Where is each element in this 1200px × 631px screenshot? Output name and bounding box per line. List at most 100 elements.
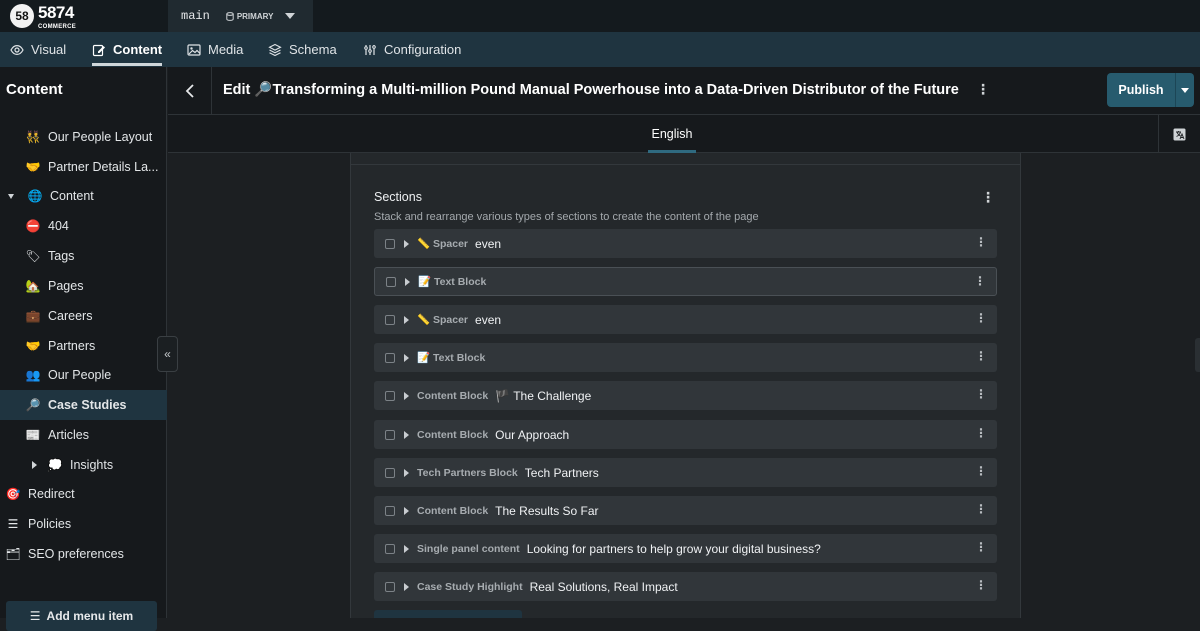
row-checkbox[interactable] [385, 238, 395, 249]
tab-configuration[interactable]: Configuration [363, 32, 461, 67]
expand-arrow-icon[interactable] [404, 582, 409, 591]
section-type: Content Block [417, 428, 489, 441]
expand-arrow-icon[interactable] [404, 506, 409, 515]
more-options-icon[interactable]: ⋮ [976, 81, 990, 98]
section-row[interactable]: 📏 Spacer even ⋮ [374, 229, 997, 258]
publish-options-button[interactable] [1175, 73, 1194, 107]
top-bar: 58 5874 COMMERCE main PRIMARY [0, 0, 1200, 32]
collapse-sidebar-button[interactable]: « [157, 336, 178, 372]
house-icon: 🏡 [25, 279, 41, 293]
sidebar-item-label: Partners [48, 339, 96, 353]
section-label: 🏴 The Challenge [495, 388, 592, 403]
database-icon [226, 11, 234, 21]
logo-mark: 58 [10, 4, 34, 28]
section-type: 📏 Spacer [417, 314, 469, 326]
sidebar-item-our-people-layout[interactable]: 👯 Our People Layout [0, 122, 167, 152]
section-row[interactable]: Content Block Our Approach ⋮ [374, 420, 997, 449]
expand-arrow-icon[interactable] [404, 430, 409, 439]
row-checkbox[interactable] [385, 467, 395, 478]
tab-visual[interactable]: Visual [10, 32, 66, 67]
sidebar-item-404[interactable]: ⛔ 404 [0, 211, 167, 241]
sidebar-item-label: Articles [48, 428, 89, 442]
section-row[interactable]: Content Block The Results So Far ⋮ [374, 496, 997, 525]
row-checkbox[interactable] [385, 352, 395, 363]
section-label: Tech Partners [524, 465, 599, 480]
branch-tag: PRIMARY [226, 11, 273, 21]
sidebar-item-redirect[interactable]: 🎯 Redirect [0, 479, 167, 509]
sidebar-item-insights[interactable]: 💭 Insights [0, 450, 167, 480]
section-row[interactable]: 📏 Spacer even ⋮ [374, 305, 997, 334]
sidebar-item-our-people[interactable]: 👥 Our People [0, 360, 167, 390]
row-checkbox[interactable] [386, 276, 396, 287]
sidebar-item-label: Insights [70, 458, 114, 472]
sidebar-item-partners[interactable]: 🤝 Partners [0, 331, 167, 361]
row-checkbox[interactable] [385, 505, 395, 516]
locale-tab-english[interactable]: English [648, 115, 696, 153]
row-options-icon[interactable]: ⋮ [975, 426, 987, 440]
caret-right-icon[interactable] [32, 461, 37, 469]
section-row[interactable]: Single panel content Looking for partner… [374, 534, 997, 563]
thought-bubble-icon: 💭 [47, 458, 63, 472]
caret-down-icon[interactable] [8, 193, 14, 199]
expand-arrow-icon[interactable] [404, 391, 409, 400]
translate-button[interactable] [1158, 115, 1200, 153]
publish-button[interactable]: Publish [1107, 73, 1175, 107]
branch-name: main [181, 9, 210, 23]
row-checkbox[interactable] [385, 314, 395, 325]
tag-icon: 🏷 [25, 249, 41, 263]
expand-arrow-icon[interactable] [404, 353, 409, 362]
row-options-icon[interactable]: ⋮ [975, 502, 987, 516]
row-checkbox[interactable] [385, 543, 395, 554]
row-options-icon[interactable]: ⋮ [975, 578, 987, 592]
expand-arrow-icon[interactable] [404, 468, 409, 477]
target-icon: 🎯 [5, 487, 21, 501]
sidebar-item-pages[interactable]: 🏡 Pages [0, 271, 167, 301]
more-options-icon[interactable]: ⋮ [981, 189, 995, 206]
back-button[interactable] [168, 67, 212, 114]
row-checkbox[interactable] [385, 429, 395, 440]
sidebar-item-tags[interactable]: 🏷 Tags [0, 241, 167, 271]
section-label: even [475, 312, 502, 327]
sidebar-item-label: Case Studies [48, 398, 127, 412]
add-menu-item-button[interactable]: ☰ Add menu item [6, 601, 157, 631]
people-icon: 👯 [25, 130, 41, 144]
expand-arrow-icon[interactable] [405, 277, 410, 286]
sidebar-item-careers[interactable]: 💼 Careers [0, 301, 167, 331]
section-row[interactable]: Tech Partners Block Tech Partners ⋮ [374, 458, 997, 487]
folder-icon: 🗂 [5, 547, 21, 561]
section-row[interactable]: 📝 Text Block ⋮ [374, 267, 997, 296]
magnifier-icon: 🔎 [25, 398, 41, 412]
row-options-icon[interactable]: ⋮ [975, 464, 987, 478]
section-row[interactable]: 📝 Text Block ⋮ [374, 343, 997, 372]
section-row[interactable]: Case Study Highlight Real Solutions, Rea… [374, 572, 997, 601]
row-options-icon[interactable]: ⋮ [975, 540, 987, 554]
row-checkbox[interactable] [385, 390, 395, 401]
sidebar-item-partner-details-layout[interactable]: 🤝 Partner Details La... [0, 152, 167, 182]
row-options-icon[interactable]: ⋮ [974, 274, 986, 288]
chevron-left-icon [185, 83, 194, 98]
row-checkbox[interactable] [385, 581, 395, 592]
sidebar-item-content[interactable]: 🌐 Content [0, 181, 167, 211]
expand-arrow-icon[interactable] [404, 239, 409, 248]
expand-arrow-icon[interactable] [404, 315, 409, 324]
row-options-icon[interactable]: ⋮ [975, 387, 987, 401]
section-label: Our Approach [495, 427, 570, 442]
row-options-icon[interactable]: ⋮ [975, 311, 987, 325]
sidebar-item-articles[interactable]: 📰 Articles [0, 420, 167, 450]
sidebar-item-seo-preferences[interactable]: 🗂 SEO preferences [0, 539, 167, 569]
row-options-icon[interactable]: ⋮ [975, 235, 987, 249]
edit-icon [92, 44, 105, 56]
tab-schema[interactable]: Schema [268, 32, 337, 67]
sidebar-item-case-studies[interactable]: 🔎 Case Studies [0, 390, 167, 420]
section-row[interactable]: Content Block 🏴 The Challenge ⋮ [374, 381, 997, 410]
tab-media[interactable]: Media [187, 32, 243, 67]
right-panel-handle[interactable] [1195, 338, 1200, 372]
brand-logo[interactable]: 58 5874 COMMERCE [10, 3, 90, 30]
tab-content[interactable]: Content [92, 32, 163, 67]
add-menu-item-label: Add menu item [46, 609, 134, 623]
branch-selector[interactable]: main PRIMARY [168, 0, 313, 32]
sidebar-item-policies[interactable]: ☰ Policies [0, 509, 167, 539]
expand-arrow-icon[interactable] [404, 544, 409, 553]
add-section-button[interactable] [374, 610, 522, 618]
row-options-icon[interactable]: ⋮ [975, 349, 987, 363]
